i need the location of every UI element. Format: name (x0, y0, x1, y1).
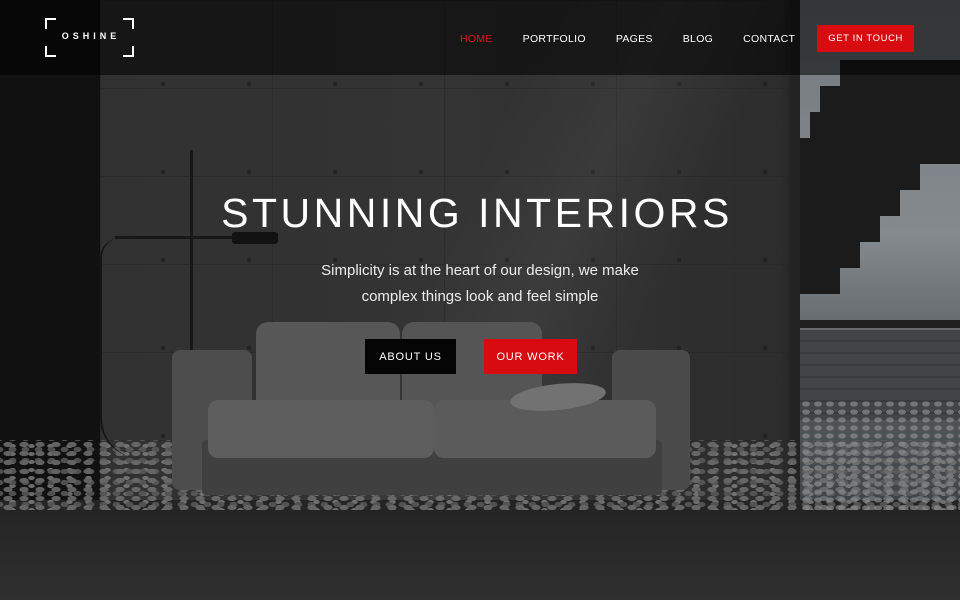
hero-subtitle-line-1: Simplicity is at the heart of our design… (321, 262, 639, 279)
logo-corner-icon (45, 18, 56, 29)
hero-subtitle: Simplicity is at the heart of our design… (290, 258, 670, 310)
nav-item-portfolio[interactable]: PORTFOLIO (523, 33, 586, 45)
logo-corner-icon (45, 46, 56, 57)
get-in-touch-button[interactable]: GET IN TOUCH (817, 25, 914, 52)
our-work-button[interactable]: OUR WORK (484, 339, 577, 374)
nav-item-pages[interactable]: PAGES (616, 33, 653, 45)
logo-corner-icon (123, 18, 134, 29)
nav-item-blog[interactable]: BLOG (683, 33, 713, 45)
site-header: OSHINE HOME PORTFOLIO PAGES BLOG CONTACT… (0, 0, 960, 75)
logo-corner-icon (123, 46, 134, 57)
hero-subtitle-line-2: complex things look and feel simple (361, 288, 599, 305)
about-us-button[interactable]: ABOUT US (365, 339, 456, 374)
nav-item-contact[interactable]: CONTACT (743, 33, 795, 45)
hero-title: STUNNING INTERIORS (221, 190, 733, 236)
site-logo[interactable]: OSHINE (45, 18, 134, 57)
main-nav: HOME PORTFOLIO PAGES BLOG CONTACT GET IN… (430, 25, 914, 52)
logo-text: OSHINE (61, 31, 121, 41)
nav-item-home[interactable]: HOME (460, 33, 493, 45)
hero-buttons: ABOUT US OUR WORK (365, 339, 577, 375)
